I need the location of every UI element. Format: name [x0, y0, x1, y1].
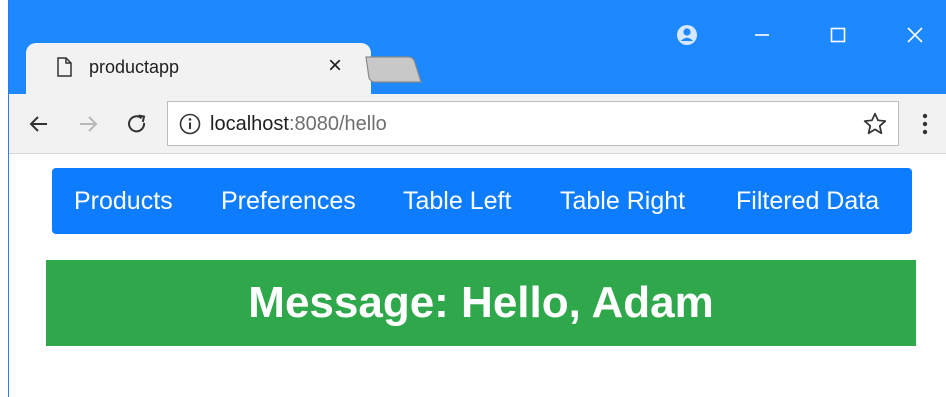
url-port-path: :8080/hello [288, 113, 387, 135]
star-icon[interactable] [862, 111, 888, 137]
browser-toolbar: localhost:8080/hello [9, 94, 946, 154]
address-bar[interactable]: localhost:8080/hello [167, 101, 899, 146]
page-icon [57, 57, 72, 77]
menu-dots-icon[interactable] [911, 104, 939, 144]
title-bar: productapp × [9, 0, 946, 94]
nav-link-filtered-data[interactable]: Filtered Data [736, 168, 879, 234]
forward-arrow-icon [80, 116, 98, 132]
account-icon [677, 25, 697, 45]
maximize-icon [830, 27, 846, 43]
nav-link-preferences[interactable]: Preferences [221, 168, 356, 234]
url-text: localhost:8080/hello [210, 112, 387, 136]
close-window-button[interactable] [892, 15, 938, 55]
message-text: Message: Hello, Adam [248, 278, 714, 327]
minimize-icon [755, 34, 769, 36]
forward-button[interactable] [70, 104, 106, 144]
tab-title: productapp [89, 57, 180, 77]
close-icon [907, 27, 923, 43]
maximize-button[interactable] [815, 15, 861, 55]
nav-link-table-right[interactable]: Table Right [560, 168, 685, 234]
browser-window: productapp × localhost:8080/hello Produc… [8, 0, 946, 397]
reload-icon [128, 114, 146, 133]
back-button[interactable] [21, 104, 57, 144]
url-host: localhost [210, 113, 289, 135]
message-banner: Message: Hello, Adam [46, 260, 916, 346]
tab-close-icon[interactable]: × [323, 51, 347, 81]
new-tab-button[interactable] [364, 56, 422, 83]
account-button[interactable] [664, 15, 710, 55]
info-icon[interactable] [179, 113, 201, 135]
minimize-button[interactable] [739, 15, 785, 55]
reload-button[interactable] [119, 104, 155, 144]
nav-link-products[interactable]: Products [74, 168, 173, 234]
nav-bar: Products Preferences Table Left Table Ri… [52, 168, 912, 234]
nav-link-table-left[interactable]: Table Left [403, 168, 511, 234]
back-arrow-icon [29, 116, 47, 132]
browser-tab[interactable]: productapp × [26, 43, 371, 94]
